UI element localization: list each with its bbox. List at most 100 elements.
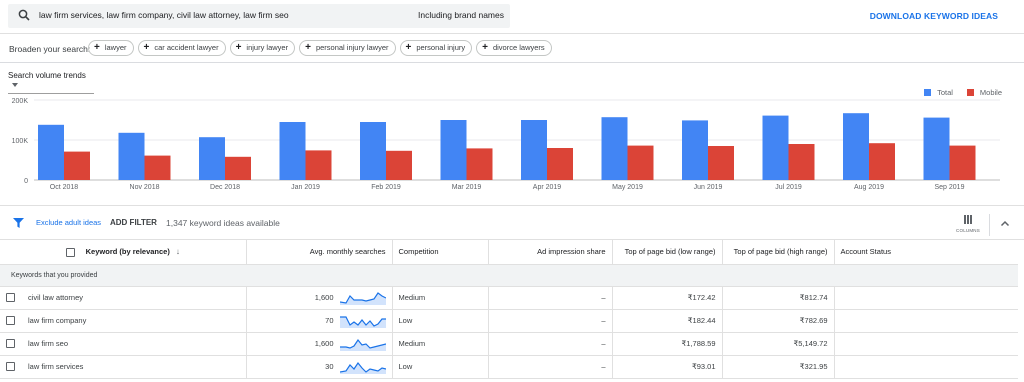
keyword-text: law firm services [28, 361, 84, 371]
columns-button[interactable]: COLUMNS [954, 212, 982, 238]
group-label: Keywords that you provided [0, 264, 1018, 287]
top-bar: law firm services, law firm company, civ… [0, 0, 1024, 34]
low-bid-cell: ₹1,788.59 [612, 332, 723, 356]
y-tick-label: 200K [12, 98, 29, 105]
x-tick-label: Dec 2018 [210, 184, 240, 191]
exclude-adult-ideas-filter[interactable]: Exclude adult ideas [36, 218, 101, 227]
trend-sparkline [339, 291, 386, 305]
bar-mobile [869, 143, 895, 180]
bar-total [279, 122, 306, 180]
y-tick-label: 0 [24, 178, 28, 185]
search-query[interactable]: law firm services, law firm company, civ… [39, 10, 289, 20]
x-tick-label: Mar 2019 [452, 184, 482, 191]
add-filter-button[interactable]: ADD FILTER [110, 218, 157, 227]
row-checkbox[interactable] [6, 316, 15, 326]
legend-total: Total [924, 88, 953, 97]
chip-label: divorce lawyers [492, 43, 545, 52]
chip-personal-injury-lawyer[interactable]: + personal injury lawyer [299, 40, 396, 56]
filter-icon[interactable] [13, 218, 24, 228]
row-checkbox[interactable] [6, 293, 15, 303]
low-bid-cell: ₹93.01 [612, 355, 723, 379]
high-bid-cell: ₹5,149.72 [722, 332, 835, 356]
brand-names-toggle[interactable]: Including brand names [418, 10, 504, 20]
chip-injury-lawyer[interactable]: + injury lawyer [229, 40, 296, 56]
filter-bar: Exclude adult ideas ADD FILTER 1,347 key… [0, 206, 1024, 240]
bar-mobile [64, 151, 90, 180]
header-high-bid[interactable]: Top of page bid (high range) [722, 240, 835, 265]
bar-total [360, 122, 386, 180]
status-cell [834, 286, 1018, 310]
avg-searches-value: 1,600 [314, 292, 334, 302]
chevron-up-icon[interactable] [1000, 220, 1010, 227]
chip-car-accident-lawyer[interactable]: + car accident lawyer [137, 40, 226, 56]
chip-personal-injury[interactable]: + personal injury [399, 40, 473, 56]
plus-icon: + [305, 42, 311, 53]
dropdown-label: Search volume trends [8, 71, 86, 80]
table-row: law firm services 30 Low – ₹93.01 ₹321.9… [0, 355, 1018, 379]
download-keyword-ideas-button[interactable]: DOWNLOAD KEYWORD IDEAS [870, 11, 998, 21]
bar-total [601, 117, 628, 180]
bar-total [843, 113, 869, 180]
chip-label: car accident lawyer [154, 43, 219, 52]
header-low-bid[interactable]: Top of page bid (low range) [612, 240, 723, 265]
x-tick-label: Oct 2018 [50, 184, 79, 191]
x-tick-label: Jan 2019 [291, 184, 320, 191]
chip-label: personal injury lawyer [315, 43, 389, 52]
avg-searches-value: 70 [325, 315, 334, 325]
status-cell [834, 355, 1018, 379]
search-volume-trends-dropdown[interactable]: Search volume trends [8, 71, 94, 94]
table-header-row: Keyword (by relevance) ↓ Avg. monthly sea… [0, 240, 1018, 265]
legend-swatch-total [924, 89, 932, 96]
header-account-status[interactable]: Account Status [834, 240, 1018, 265]
low-bid-cell: ₹182.44 [612, 309, 723, 333]
legend-label: Total [937, 88, 953, 97]
high-bid-cell: ₹812.74 [722, 286, 835, 310]
row-checkbox[interactable] [6, 339, 15, 349]
plus-icon: + [94, 42, 100, 53]
x-tick-label: May 2019 [612, 184, 643, 191]
status-cell [834, 309, 1018, 333]
keyword-cell: law firm seo [0, 332, 247, 356]
broaden-search-bar: Broaden your search: + lawyer + car accide… [0, 34, 1024, 63]
x-tick-label: Jul 2019 [775, 184, 802, 191]
x-tick-label: Aug 2019 [854, 184, 884, 191]
bar-mobile [788, 144, 815, 180]
chip-divorce-lawyers[interactable]: + divorce lawyers [476, 40, 552, 56]
chip-label: injury lawyer [246, 43, 289, 52]
chip-label: personal injury [416, 43, 466, 52]
bar-mobile [547, 148, 573, 180]
avg-searches-value: 1,600 [314, 338, 334, 348]
select-all-checkbox[interactable] [65, 247, 75, 257]
x-tick-label: Jun 2019 [694, 184, 723, 191]
columns-icon [954, 215, 982, 224]
x-tick-label: Nov 2018 [130, 184, 160, 191]
header-label: Keyword (by relevance) [85, 246, 170, 256]
bar-mobile [305, 150, 332, 180]
row-checkbox[interactable] [6, 362, 15, 372]
bar-mobile [466, 148, 493, 180]
trend-sparkline [339, 315, 386, 328]
bar-mobile [627, 145, 654, 180]
plus-icon: + [235, 42, 242, 53]
header-ad-impression-share[interactable]: Ad impression share [488, 240, 613, 265]
bar-total [682, 120, 708, 180]
keyword-search-input[interactable]: law firm services, law firm company, civ… [8, 4, 510, 28]
x-tick-label: Sep 2019 [935, 184, 965, 191]
header-keyword[interactable]: Keyword (by relevance) ↓ [0, 240, 247, 265]
bar-mobile [708, 146, 734, 180]
chip-lawyer[interactable]: + lawyer [88, 40, 134, 56]
status-cell [834, 332, 1018, 356]
x-tick-label: Feb 2019 [371, 184, 401, 191]
header-avg-monthly-searches[interactable]: Avg. monthly searches [246, 240, 393, 265]
chip-label: lawyer [104, 43, 127, 52]
y-tick-label: 100K [12, 138, 29, 145]
bar-total [118, 132, 145, 180]
sort-arrow-down-icon: ↓ [175, 246, 180, 256]
bar-total [521, 120, 547, 180]
x-tick-label: Apr 2019 [533, 184, 562, 191]
ad-share-cell: – [488, 286, 613, 310]
header-competition[interactable]: Competition [392, 240, 489, 265]
competition-cell: Medium [392, 286, 489, 310]
legend-mobile: Mobile [966, 88, 1002, 97]
bar-mobile [386, 150, 412, 180]
